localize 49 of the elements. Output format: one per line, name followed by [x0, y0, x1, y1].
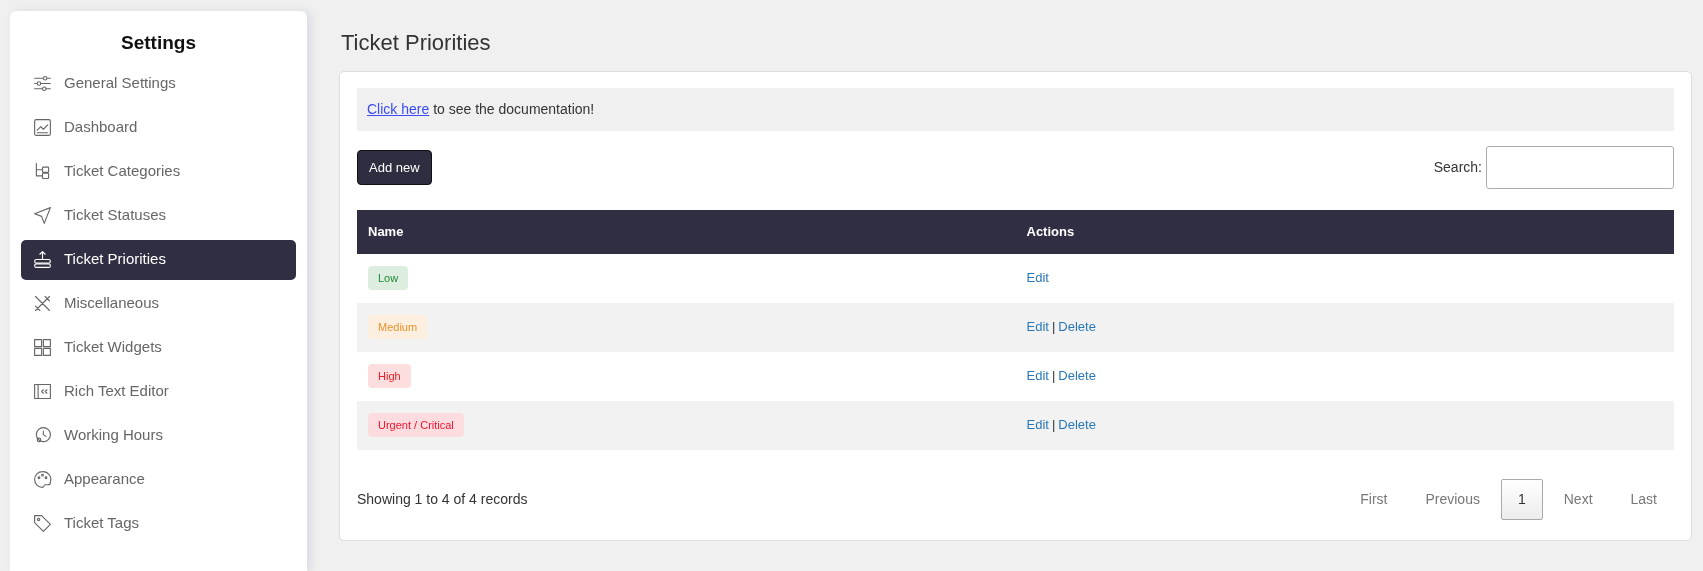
search-label: Search: — [1433, 158, 1482, 177]
page-button[interactable]: First — [1343, 478, 1405, 520]
search-field[interactable] — [1486, 146, 1674, 189]
column-header: Name — [357, 210, 1016, 254]
sidebar-item[interactable]: Ticket Statuses — [21, 195, 296, 236]
priority-label: Low — [368, 265, 409, 291]
priority-label: High — [368, 363, 411, 389]
add-new-button[interactable]: Add new — [357, 149, 432, 186]
sidebar-item[interactable]: Working Hours — [21, 415, 296, 456]
page-button[interactable]: 1 — [1500, 478, 1543, 520]
page-button[interactable]: Next — [1546, 478, 1610, 520]
paper-plane-icon — [32, 205, 53, 226]
documentation-notice: Click here to see the documentation! — [357, 88, 1674, 131]
documentation-link[interactable]: Click here — [367, 101, 430, 117]
chart-icon — [32, 117, 53, 138]
action-link[interactable]: Delete — [1058, 319, 1096, 335]
sidebar-item[interactable]: Appearance — [21, 459, 296, 500]
page-title: Ticket Priorities — [341, 29, 492, 57]
page-button[interactable]: Last — [1613, 478, 1674, 520]
tools-icon — [32, 293, 53, 314]
sidebar-item[interactable]: Miscellaneous — [21, 283, 296, 324]
sidebar-item[interactable]: Ticket Tags — [21, 503, 296, 544]
action-link[interactable]: Delete — [1058, 368, 1096, 384]
sidebar-item[interactable]: Ticket Priorities — [21, 239, 296, 280]
separator-text: | — [1051, 417, 1056, 433]
grid-icon — [32, 337, 53, 358]
code-window-icon — [32, 381, 53, 402]
sidebar-item[interactable]: Dashboard — [21, 107, 296, 148]
records-info: Showing 1 to 4 of 4 records — [357, 489, 528, 509]
sidebar-item[interactable]: Ticket Categories — [21, 151, 296, 192]
palette-icon — [32, 469, 53, 490]
action-link[interactable]: Delete — [1058, 417, 1096, 433]
action-link[interactable]: Edit — [1026, 417, 1049, 433]
sidebar-item[interactable]: General Settings — [21, 63, 296, 104]
separator-text: | — [1051, 368, 1056, 384]
action-link[interactable]: Edit — [1026, 319, 1049, 335]
sidebar-item[interactable]: Rich Text Editor — [21, 371, 296, 412]
separator-text: | — [1051, 319, 1056, 335]
action-link[interactable]: Edit — [1026, 270, 1049, 286]
stack-arrow-icon — [32, 249, 53, 270]
column-header: Actions — [1015, 210, 1674, 254]
sidebar-item[interactable]: Ticket Widgets — [21, 327, 296, 368]
priority-label: Medium — [368, 314, 428, 340]
sliders-icon — [32, 73, 53, 94]
action-link[interactable]: Edit — [1026, 368, 1049, 384]
page-button[interactable]: Previous — [1408, 478, 1497, 520]
tag-icon — [32, 513, 53, 534]
priority-label: Urgent / Critical — [368, 412, 464, 438]
sidebar-title: Settings — [120, 31, 197, 55]
